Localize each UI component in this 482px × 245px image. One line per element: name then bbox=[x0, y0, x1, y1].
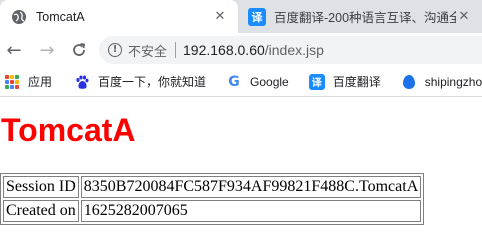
session-table: Session ID 8350B720084FC587F934AF99821F4… bbox=[0, 173, 425, 225]
browser-toolbar: ← → ! 不安全 192.168.0.60/index.jsp bbox=[0, 33, 482, 67]
arrow-right-icon[interactable]: → bbox=[36, 39, 58, 61]
bookmark-baidu[interactable]: 百度一下，你就知道 bbox=[74, 73, 206, 90]
url-path: /index.jsp bbox=[264, 42, 324, 58]
page-content: TomcatA Session ID 8350B720084FC587F934A… bbox=[0, 98, 482, 245]
page-title: TomcatA bbox=[1, 112, 136, 148]
address-bar[interactable]: ! 不安全 192.168.0.60/index.jsp bbox=[99, 36, 482, 64]
table-cell-label: Session ID bbox=[3, 176, 79, 198]
tab-tomcata[interactable]: TomcatA ✕ bbox=[0, 0, 238, 33]
baidu-translate-icon: 译 bbox=[308, 73, 325, 90]
table-row: Created on 1625282007065 bbox=[3, 200, 422, 222]
bookmark-shipingzhong[interactable]: shipingzhong bbox=[401, 74, 482, 90]
security-label: 不安全 bbox=[128, 43, 168, 59]
table-cell-label: Created on bbox=[3, 200, 79, 222]
bookmark-apps[interactable]: 应用 bbox=[4, 73, 52, 90]
tab-strip: TomcatA ✕ 译 百度翻译-200种语言互译、沟通全 ✕ bbox=[0, 0, 482, 33]
bookmark-label: 应用 bbox=[28, 75, 53, 89]
baidu-translate-icon: 译 bbox=[248, 7, 266, 26]
bookmark-label: 百度翻译 bbox=[332, 75, 381, 89]
url-host: 192.168.0.60 bbox=[183, 42, 265, 58]
tab-title: 百度翻译-200种语言互译、沟通全 bbox=[274, 11, 456, 25]
tab-baidu-translate[interactable]: 译 百度翻译-200种语言互译、沟通全 ✕ bbox=[238, 0, 482, 33]
bookmark-label: Google bbox=[250, 74, 289, 89]
tab-title: TomcatA bbox=[36, 9, 85, 24]
bookmark-baidu-translate[interactable]: 译 百度翻译 bbox=[308, 73, 381, 90]
bookmark-label: 百度一下，你就知道 bbox=[98, 75, 207, 89]
globe-icon bbox=[10, 8, 28, 26]
close-icon[interactable]: ✕ bbox=[456, 9, 472, 25]
reload-icon[interactable] bbox=[68, 39, 90, 61]
info-warning-icon[interactable]: ! bbox=[108, 43, 122, 57]
table-cell-value: 1625282007065 bbox=[80, 200, 422, 222]
google-g-icon: G bbox=[228, 73, 240, 90]
table-row: Session ID 8350B720084FC587F934AF99821F4… bbox=[3, 176, 422, 198]
arrow-left-icon[interactable]: ← bbox=[3, 39, 25, 61]
omnibox-divider bbox=[175, 42, 177, 58]
close-icon[interactable]: ✕ bbox=[212, 9, 228, 25]
drupal-drop-icon bbox=[401, 74, 417, 90]
bookmark-label: shipingzhong bbox=[424, 74, 482, 89]
apps-grid-icon bbox=[4, 74, 20, 90]
bookmark-google[interactable]: G Google bbox=[226, 73, 289, 90]
url-text[interactable]: 192.168.0.60/index.jsp bbox=[183, 42, 324, 58]
baidu-paw-icon bbox=[74, 74, 90, 90]
bookmarks-bar: 应用 百度一下，你就知道 G Google 译 百度翻译 shipingzhon… bbox=[0, 67, 482, 97]
table-cell-value: 8350B720084FC587F934AF99821F488C.TomcatA bbox=[80, 176, 422, 198]
